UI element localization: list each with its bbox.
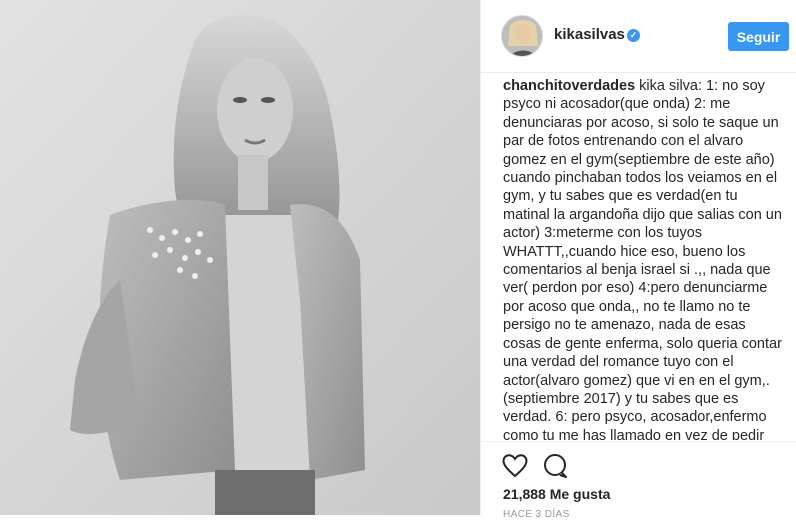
comment-author-link[interactable]: chanchitoverdades	[503, 78, 635, 94]
comment-block: chanchitoverdades kika silva: 1: no soy p…	[503, 77, 785, 440]
verified-badge-icon: ✓	[627, 29, 640, 42]
post-side-panel: kikasilvas ✓ Seguir chanchitoverdades kik…	[480, 0, 796, 520]
like-button[interactable]	[501, 452, 529, 480]
heart-icon	[502, 454, 528, 478]
photo-image	[0, 0, 480, 515]
comment-bubble-icon	[544, 454, 567, 478]
post-actions: 21,888 Me gusta HACE 3 DÍAS	[481, 441, 796, 520]
username-link[interactable]: kikasilvas	[554, 26, 625, 43]
follow-button[interactable]: Seguir	[728, 22, 789, 51]
comment-text: kika silva: 1: no soy psyco ni acosador(…	[503, 78, 782, 440]
avatar[interactable]	[501, 15, 543, 57]
post-header: kikasilvas ✓ Seguir	[481, 0, 796, 73]
comment-button[interactable]	[541, 452, 569, 480]
likes-count[interactable]: 21,888 Me gusta	[503, 486, 610, 502]
post-photo[interactable]	[0, 0, 480, 515]
avatar-image	[502, 16, 542, 56]
